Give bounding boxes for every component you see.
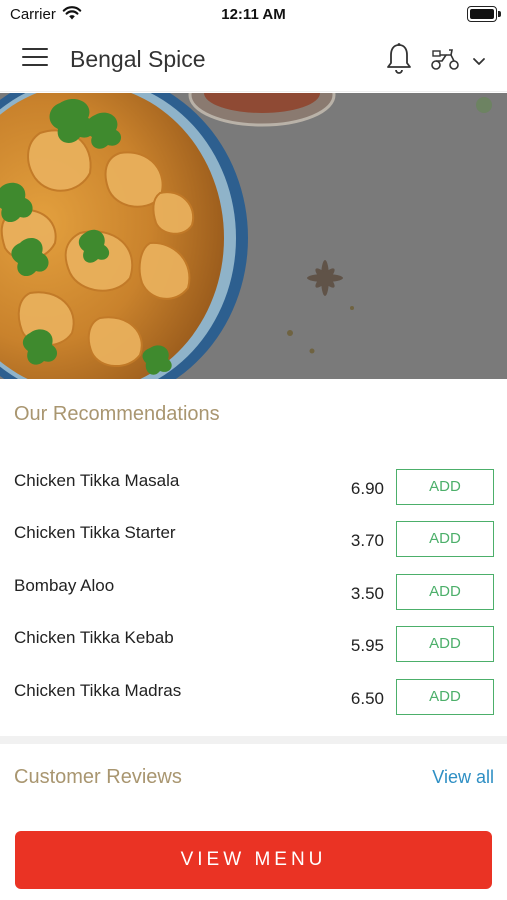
- clock: 12:11 AM: [221, 6, 286, 23]
- list-item: Chicken Tikka Kebab 5.95 ADD: [0, 626, 507, 678]
- hero-image: [0, 93, 507, 379]
- item-price: 5.95: [350, 636, 384, 655]
- item-name: Bombay Aloo: [14, 576, 115, 595]
- page-title: Bengal Spice: [70, 46, 206, 72]
- view-all-link[interactable]: View all: [432, 767, 494, 788]
- section-divider: [0, 736, 507, 744]
- list-item: Bombay Aloo 3.50 ADD: [0, 574, 507, 626]
- item-price: 3.70: [350, 531, 384, 550]
- battery-icon: [467, 6, 501, 22]
- recommendations-title: Our Recommendations: [14, 403, 220, 425]
- add-button[interactable]: ADD: [396, 679, 494, 715]
- list-item: Chicken Tikka Madras 6.50 ADD: [0, 679, 507, 731]
- list-item: Chicken Tikka Starter 3.70 ADD: [0, 521, 507, 573]
- item-name: Chicken Tikka Masala: [14, 471, 180, 490]
- item-price: 6.90: [350, 479, 384, 498]
- item-name: Chicken Tikka Kebab: [14, 628, 174, 647]
- item-name: Chicken Tikka Starter: [14, 523, 176, 542]
- app-header: Bengal Spice: [0, 28, 507, 92]
- item-price: 3.50: [350, 584, 384, 603]
- chevron-down-icon[interactable]: [472, 54, 486, 72]
- item-price: 6.50: [350, 689, 384, 708]
- scooter-icon[interactable]: [430, 46, 460, 77]
- reviews-title: Customer Reviews: [14, 766, 182, 788]
- status-bar: Carrier 12:11 AM: [0, 0, 507, 28]
- menu-icon[interactable]: [22, 48, 48, 70]
- item-name: Chicken Tikka Madras: [14, 681, 182, 700]
- add-button[interactable]: ADD: [396, 626, 494, 662]
- view-menu-button[interactable]: VIEW MENU: [15, 831, 492, 889]
- add-button[interactable]: ADD: [396, 469, 494, 505]
- add-button[interactable]: ADD: [396, 521, 494, 557]
- add-button[interactable]: ADD: [396, 574, 494, 610]
- list-item: Chicken Tikka Masala 6.90 ADD: [0, 469, 507, 521]
- bell-icon[interactable]: [384, 42, 414, 81]
